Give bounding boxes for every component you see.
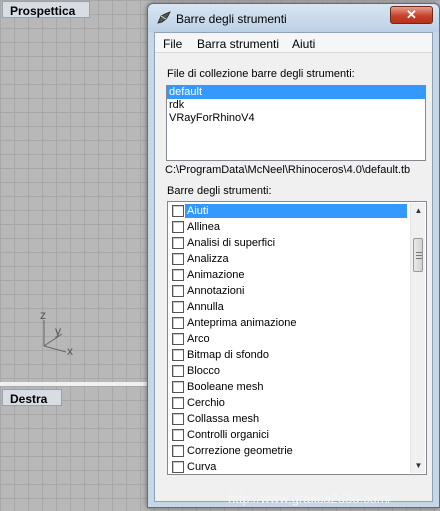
toolbar-checkbox[interactable] xyxy=(172,429,184,441)
toolbar-row[interactable]: Analisi di superfici xyxy=(170,235,408,251)
file-item-default[interactable]: default xyxy=(167,86,425,99)
toolbars-label: Barre degli strumenti: xyxy=(167,185,272,197)
toolbar-row[interactable]: Arco xyxy=(170,331,408,347)
toolbar-label: Anteprima animazione xyxy=(187,317,297,329)
toolbar-label: Controlli organici xyxy=(187,429,269,441)
collection-file-path: C:\ProgramData\McNeel\Rhinoceros\4.0\def… xyxy=(165,164,411,176)
toolbar-checkbox[interactable] xyxy=(172,237,184,249)
file-item-rdk[interactable]: rdk xyxy=(167,99,425,112)
toolbar-checkbox[interactable] xyxy=(172,269,184,281)
toolbar-label: Animazione xyxy=(187,269,245,281)
toolbar-row[interactable]: Controlli organici xyxy=(170,427,408,443)
toolbar-row[interactable]: Bitmap di sfondo xyxy=(170,347,408,363)
toolbar-row[interactable]: Animazione xyxy=(170,267,408,283)
toolbar-label: Correzione geometrie xyxy=(187,445,293,457)
file-item-vray[interactable]: VRayForRhinoV4 xyxy=(167,112,425,125)
toolbar-row[interactable]: Curva xyxy=(170,459,408,474)
collection-file-list[interactable]: default rdk VRayForRhinoV4 xyxy=(166,85,426,161)
scroll-up-icon[interactable]: ▲ xyxy=(411,203,426,218)
close-button[interactable]: ✕ xyxy=(390,6,433,24)
axis-y-label: y xyxy=(55,324,61,338)
toolbar-row[interactable]: Aiuti xyxy=(170,203,408,219)
toolbar-label: Collassa mesh xyxy=(187,413,260,425)
toolbar-checkbox[interactable] xyxy=(172,397,184,409)
toolbar-row[interactable]: Anteprima animazione xyxy=(170,315,408,331)
axis-x-label: x xyxy=(67,344,73,358)
toolbar-label: Bitmap di sfondo xyxy=(187,349,269,361)
watermark-url: http://www.grafica2d3d.com/ xyxy=(228,491,392,506)
toolbar-checkbox[interactable] xyxy=(172,365,184,377)
toolbar-row[interactable]: Analizza xyxy=(170,251,408,267)
toolbar-checkbox[interactable] xyxy=(172,205,184,217)
toolbar-checkbox[interactable] xyxy=(172,301,184,313)
toolbar-row[interactable]: Collassa mesh xyxy=(170,411,408,427)
toolbar-row[interactable]: Annulla xyxy=(170,299,408,315)
scroll-down-icon[interactable]: ▼ xyxy=(411,458,426,473)
collection-files-label: File di collezione barre degli strumenti… xyxy=(167,68,355,80)
toolbar-row[interactable]: Correzione geometrie xyxy=(170,443,408,459)
grip-line xyxy=(416,258,422,259)
vertical-scrollbar[interactable]: ▲ ▼ xyxy=(410,203,425,473)
toolbar-checkbox[interactable] xyxy=(172,333,184,345)
close-icon: ✕ xyxy=(406,7,417,22)
toolbar-label: Booleane mesh xyxy=(187,381,264,393)
menu-toolbar[interactable]: Barra strumenti xyxy=(197,37,279,51)
toolbar-row[interactable]: Annotazioni xyxy=(170,283,408,299)
toolbar-label: Annotazioni xyxy=(187,285,245,297)
toolbar-row[interactable]: Allinea xyxy=(170,219,408,235)
dialog-titlebar[interactable]: Barre degli strumenti ✕ xyxy=(148,4,439,32)
grip-line xyxy=(416,252,422,253)
toolbar-checkbox[interactable] xyxy=(172,381,184,393)
toolbar-label: Curva xyxy=(187,461,217,473)
toolbar-label: Analizza xyxy=(187,253,229,265)
toolbar-checkbox[interactable] xyxy=(172,445,184,457)
dialog-title: Barre degli strumenti xyxy=(176,12,287,26)
viewport-tab-right[interactable]: Destra xyxy=(2,389,62,406)
viewport-tab-perspective[interactable]: Prospettica xyxy=(2,1,90,18)
toolbar-row[interactable]: Cerchio xyxy=(170,395,408,411)
toolbar-label: Cerchio xyxy=(187,397,225,409)
toolbar-checkbox[interactable] xyxy=(172,317,184,329)
axis-z-label: z xyxy=(40,308,46,322)
axis-indicator: z y x xyxy=(30,308,90,360)
toolbars-list[interactable]: Aiuti Allinea Analisi di superfici Anali… xyxy=(167,201,427,475)
rhino-app-icon xyxy=(156,10,172,26)
toolbar-checkbox[interactable] xyxy=(172,253,184,265)
toolbar-checkbox[interactable] xyxy=(172,349,184,361)
toolbar-label: Annulla xyxy=(187,301,224,313)
menu-help[interactable]: Aiuti xyxy=(292,37,315,51)
toolbar-checkbox[interactable] xyxy=(172,461,184,473)
toolbar-row[interactable]: Booleane mesh xyxy=(170,379,408,395)
grip-line xyxy=(416,255,422,256)
toolbar-row[interactable]: Blocco xyxy=(170,363,408,379)
scrollbar-thumb[interactable] xyxy=(413,238,423,272)
toolbar-label: Analisi di superfici xyxy=(187,237,276,249)
dialog-body: File Barra strumenti Aiuti File di colle… xyxy=(154,32,433,502)
toolbars-dialog: Barre degli strumenti ✕ File Barra strum… xyxy=(147,3,440,508)
toolbar-label: Arco xyxy=(187,333,210,345)
toolbar-label: Allinea xyxy=(187,221,221,233)
menu-bar: File Barra strumenti Aiuti xyxy=(155,33,432,53)
menu-file[interactable]: File xyxy=(163,37,182,51)
toolbar-checkbox[interactable] xyxy=(172,285,184,297)
toolbar-label: Blocco xyxy=(187,365,221,377)
toolbar-label: Aiuti xyxy=(185,204,407,218)
toolbar-checkbox[interactable] xyxy=(172,413,184,425)
toolbar-checkbox[interactable] xyxy=(172,221,184,233)
